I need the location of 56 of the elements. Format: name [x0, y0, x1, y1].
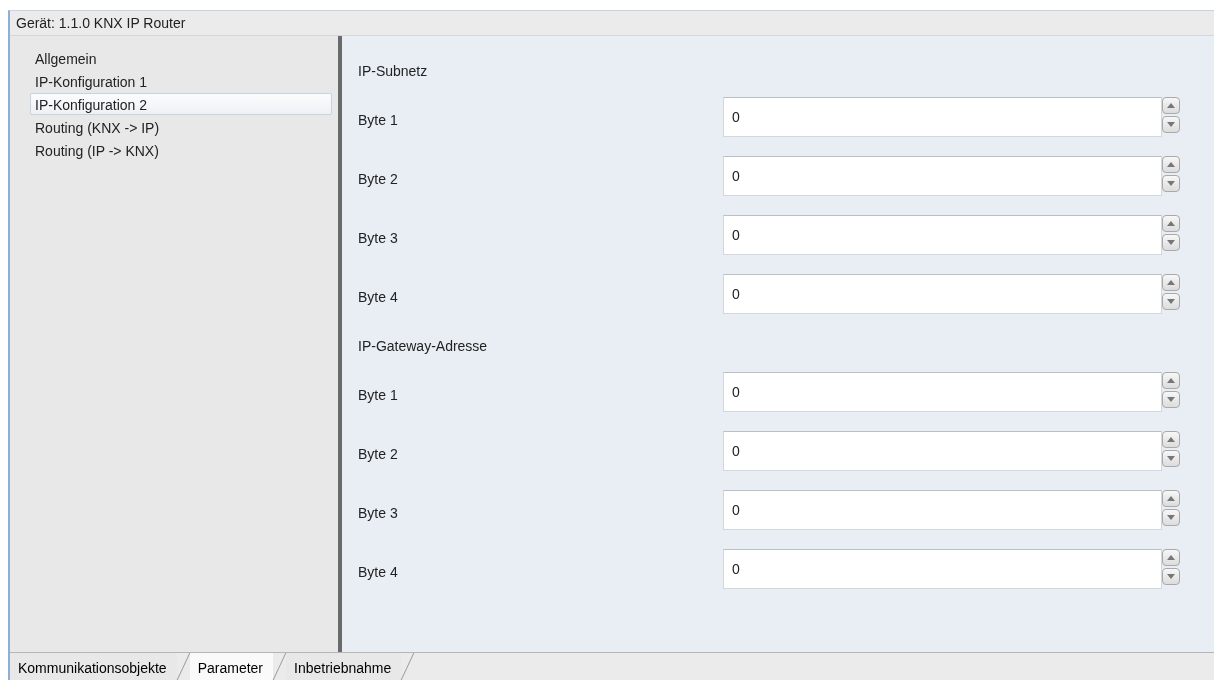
spin-up-button[interactable]: [1162, 490, 1180, 507]
down-arrow-icon: [1167, 299, 1175, 304]
up-arrow-icon: [1167, 103, 1175, 108]
section-heading: IP-Gateway-Adresse: [358, 337, 489, 356]
up-arrow-icon: [1167, 162, 1175, 167]
field-label: Byte 3: [358, 229, 399, 248]
number-field[interactable]: 0: [723, 372, 1162, 412]
spin-down-button[interactable]: [1162, 293, 1180, 310]
number-field[interactable]: 0: [723, 215, 1162, 255]
number-field[interactable]: 0: [723, 549, 1162, 589]
sidebar-item[interactable]: Allgemein: [30, 47, 332, 69]
field-label: Byte 1: [358, 386, 399, 405]
spin-down-button[interactable]: [1162, 450, 1180, 467]
number-field[interactable]: 0: [723, 274, 1162, 314]
spin-down-button[interactable]: [1162, 509, 1180, 526]
field-label: Byte 4: [358, 563, 399, 582]
number-field[interactable]: 0: [723, 490, 1162, 530]
tab[interactable]: Parameter: [189, 653, 273, 680]
down-arrow-icon: [1167, 397, 1175, 402]
down-arrow-icon: [1167, 456, 1175, 461]
spin-up-button[interactable]: [1162, 274, 1180, 291]
spin-up-button[interactable]: [1162, 215, 1180, 232]
spin-up-button[interactable]: [1162, 549, 1180, 566]
spin-down-button[interactable]: [1162, 116, 1180, 133]
down-arrow-icon: [1167, 240, 1175, 245]
spin-down-button[interactable]: [1162, 234, 1180, 251]
spin-up-button[interactable]: [1162, 431, 1180, 448]
up-arrow-icon: [1167, 280, 1175, 285]
field-label: Byte 4: [358, 288, 399, 307]
up-arrow-icon: [1167, 496, 1175, 501]
up-arrow-icon: [1167, 378, 1175, 383]
number-field[interactable]: 0: [723, 97, 1162, 137]
down-arrow-icon: [1167, 515, 1175, 520]
down-arrow-icon: [1167, 574, 1175, 579]
sidebar-item[interactable]: IP-Konfiguration 1: [30, 70, 332, 92]
sidebar-item[interactable]: Routing (KNX -> IP): [30, 116, 332, 138]
spin-up-button[interactable]: [1162, 156, 1180, 173]
sidebar-item[interactable]: IP-Konfiguration 2: [30, 93, 332, 115]
field-label: Byte 2: [358, 445, 399, 464]
down-arrow-icon: [1167, 181, 1175, 186]
up-arrow-icon: [1167, 221, 1175, 226]
number-field[interactable]: 0: [723, 431, 1162, 471]
spin-down-button[interactable]: [1162, 175, 1180, 192]
sidebar-item[interactable]: Routing (IP -> KNX): [30, 139, 332, 161]
spin-up-button[interactable]: [1162, 97, 1180, 114]
down-arrow-icon: [1167, 122, 1175, 127]
spin-down-button[interactable]: [1162, 568, 1180, 585]
number-field[interactable]: 0: [723, 156, 1162, 196]
field-label: Byte 1: [358, 111, 399, 130]
field-label: Byte 3: [358, 504, 399, 523]
spin-down-button[interactable]: [1162, 391, 1180, 408]
spin-up-button[interactable]: [1162, 372, 1180, 389]
field-label: Byte 2: [358, 170, 399, 189]
up-arrow-icon: [1167, 437, 1175, 442]
section-heading: IP-Subnetz: [358, 62, 429, 81]
up-arrow-icon: [1167, 555, 1175, 560]
